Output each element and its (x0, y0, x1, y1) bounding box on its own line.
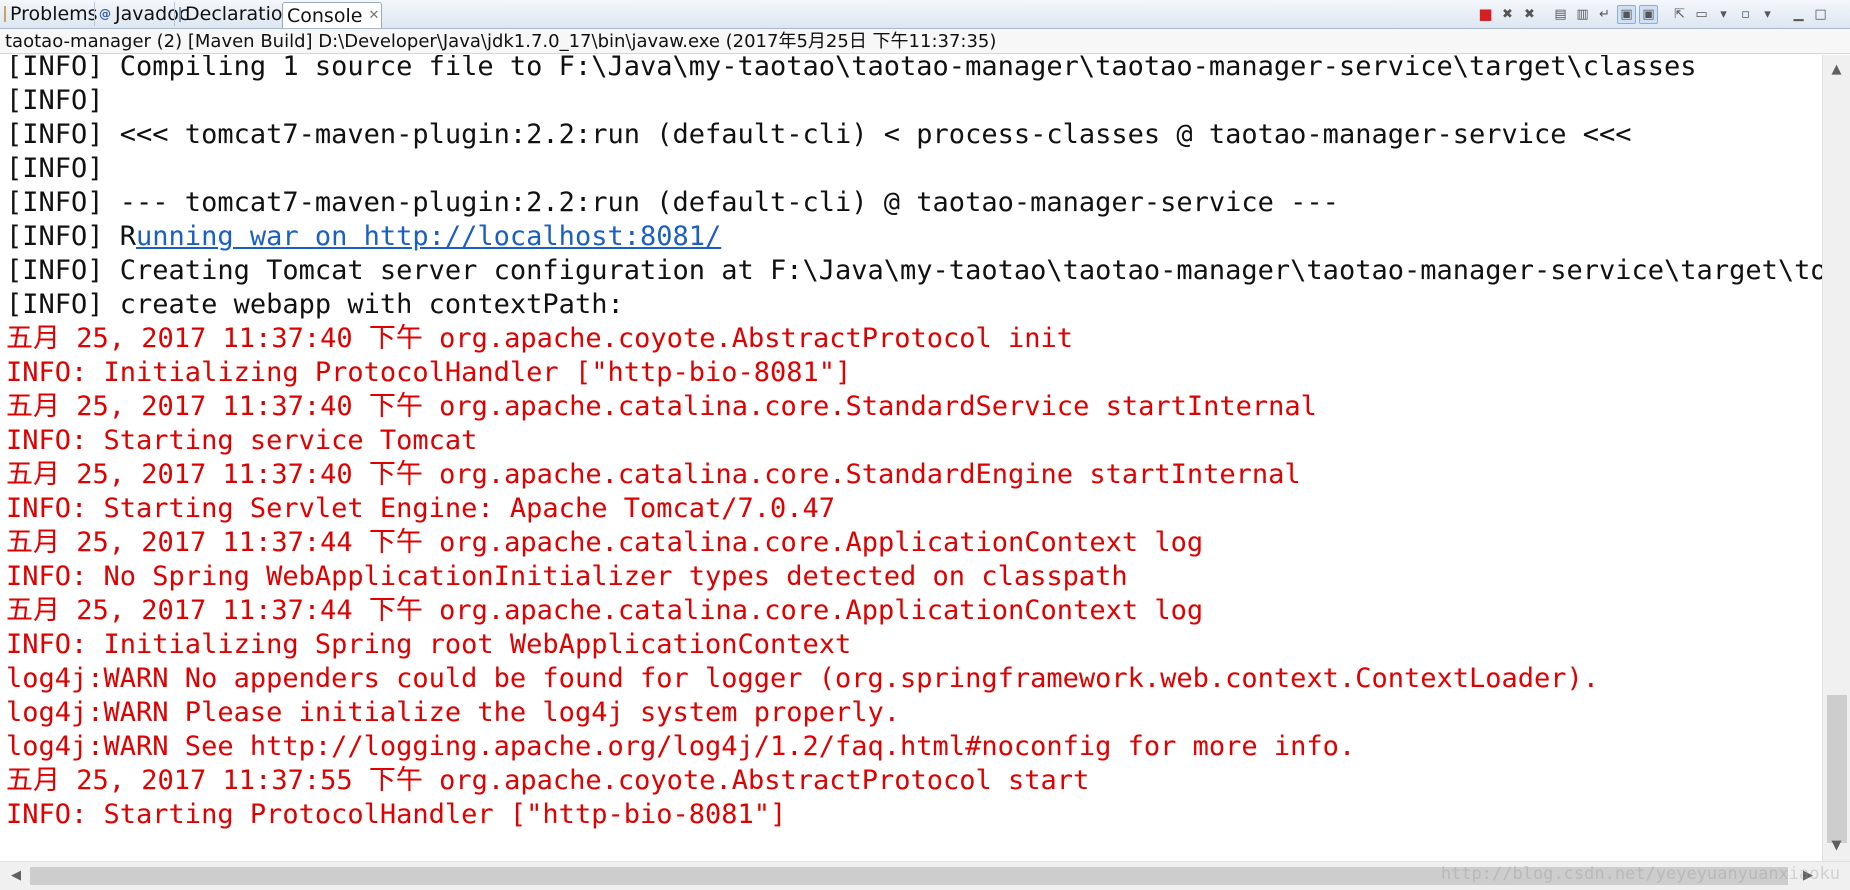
console-line-text: 五月 25, 2017 11:37:55 下午 org.apache.coyot… (6, 765, 1090, 796)
word-wrap-icon[interactable]: ↵ (1595, 5, 1614, 24)
console-line: [INFO] --- tomcat7-maven-plugin:2.2:run … (6, 186, 1822, 220)
console-hyperlink[interactable]: unning war on http://localhost:8081/ (136, 221, 721, 252)
scroll-down-icon[interactable]: ▼ (1823, 835, 1850, 857)
console-line: 五月 25, 2017 11:37:40 下午 org.apache.catal… (6, 390, 1822, 424)
tab-console[interactable]: Console ✕ (282, 2, 382, 71)
console-line: [INFO] Running war on http://localhost:8… (6, 220, 1822, 254)
console-line-text: 五月 25, 2017 11:37:40 下午 org.apache.catal… (6, 459, 1301, 490)
process-description: taotao-manager (2) [Maven Build] D:\Deve… (0, 29, 1850, 54)
tab-javadoc[interactable]: @ Javadoc (94, 2, 189, 26)
console-line: [INFO] <<< tomcat7-maven-plugin:2.2:run … (6, 118, 1822, 152)
remove-all-terminated-icon[interactable]: ✖ (1520, 5, 1539, 24)
console-line-text: [INFO] Creating Tomcat server configurat… (6, 255, 1822, 286)
toolbar-separator (1780, 5, 1786, 24)
tab-declaration[interactable]: Declaration (174, 2, 295, 26)
terminate-icon[interactable]: ■ (1476, 5, 1495, 24)
console-line-text: [INFO] (6, 85, 104, 116)
console-line-text: INFO: No Spring WebApplicationInitialize… (6, 561, 1128, 592)
console-line: [INFO] (6, 84, 1822, 118)
console-line: INFO: No Spring WebApplicationInitialize… (6, 560, 1822, 594)
console-line-text: INFO: Starting ProtocolHandler ["http-bi… (6, 799, 787, 830)
console-line: [INFO] Compiling 1 source file to F:\Jav… (6, 55, 1822, 84)
close-icon[interactable]: ✕ (368, 4, 379, 28)
console-line: log4j:WARN Please initialize the log4j s… (6, 696, 1822, 730)
tab-label: Problems (10, 3, 98, 25)
console-line-text: [INFO] --- tomcat7-maven-plugin:2.2:run … (6, 187, 1339, 218)
javadoc-icon: @ (99, 7, 111, 21)
console-line-text: [INFO] (6, 153, 104, 184)
console-line-text: [INFO] <<< tomcat7-maven-plugin:2.2:run … (6, 119, 1632, 150)
console-line: 五月 25, 2017 11:37:44 下午 org.apache.catal… (6, 526, 1822, 560)
console-line-text: INFO: Initializing ProtocolHandler ["htt… (6, 357, 852, 388)
scroll-up-icon[interactable]: ▲ (1823, 59, 1850, 81)
declaration-icon (179, 6, 181, 22)
console-line-text: 五月 25, 2017 11:37:40 下午 org.apache.catal… (6, 391, 1317, 422)
console-line-text: log4j:WARN No appenders could be found f… (6, 663, 1600, 694)
scroll-lock-icon[interactable]: ▥ (1573, 5, 1592, 24)
tab-problems[interactable]: Problems (0, 2, 98, 26)
chevron-down-icon[interactable]: ▾ (1714, 5, 1733, 24)
console-line: [INFO] (6, 152, 1822, 186)
vertical-scrollbar[interactable]: ▲ ▼ (1822, 55, 1850, 861)
watermark: http://blog.csdn.net/yeyeyuanyuanxiaoku (1440, 864, 1840, 884)
console-line: INFO: Starting Servlet Engine: Apache To… (6, 492, 1822, 526)
console-line-text: 五月 25, 2017 11:37:40 下午 org.apache.coyot… (6, 323, 1074, 354)
console-line-text: log4j:WARN Please initialize the log4j s… (6, 697, 901, 728)
console-line-text: [INFO] Compiling 1 source file to F:\Jav… (6, 55, 1697, 82)
open-console-icon[interactable]: ▫ (1736, 5, 1755, 24)
view-tab-bar: Problems @ Javadoc Declaration Console ✕… (0, 0, 1850, 71)
tab-label: Console (287, 4, 363, 27)
maximize-icon[interactable]: □ (1811, 5, 1830, 24)
console-line: log4j:WARN No appenders could be found f… (6, 662, 1822, 696)
console-line-text: [INFO] R (6, 221, 137, 252)
toolbar-separator (1661, 5, 1667, 24)
clear-console-icon[interactable]: ▤ (1551, 5, 1570, 24)
console-line: INFO: Starting ProtocolHandler ["http-bi… (6, 798, 1822, 832)
console-line: log4j:WARN See http://logging.apache.org… (6, 730, 1822, 764)
console-line: INFO: Initializing Spring root WebApplic… (6, 628, 1822, 662)
console-line-text: INFO: Starting service Tomcat (6, 425, 478, 456)
console-line-text: 五月 25, 2017 11:37:44 下午 org.apache.catal… (6, 595, 1204, 626)
show-on-stderr-icon[interactable]: ▣ (1639, 4, 1658, 24)
console-line: INFO: Initializing ProtocolHandler ["htt… (6, 356, 1822, 390)
console-line-text: [INFO] create webapp with contextPath: (6, 289, 624, 320)
vertical-scroll-thumb[interactable] (1827, 695, 1847, 843)
toolbar-separator (1542, 5, 1548, 24)
display-selected-console-icon[interactable]: ▭ (1692, 5, 1711, 24)
console-output[interactable]: [INFO] Compiling 1 source file to F:\Jav… (0, 55, 1822, 861)
console-line-text: INFO: Starting Servlet Engine: Apache To… (6, 493, 836, 524)
console-line: [INFO] create webapp with contextPath: (6, 288, 1822, 322)
console-line: 五月 25, 2017 11:37:40 下午 org.apache.coyot… (6, 322, 1822, 356)
show-on-stdout-icon[interactable]: ▣ (1617, 4, 1636, 24)
console-line-text: log4j:WARN See http://logging.apache.org… (6, 731, 1356, 762)
console-toolbar: ■ ✖ ✖ ▤ ▥ ↵ ▣ ▣ ⇱ ▭ ▾ ▫ ▾ ▁ □ (1476, 4, 1830, 24)
console-line-text: 五月 25, 2017 11:37:44 下午 org.apache.catal… (6, 527, 1204, 558)
scroll-left-icon[interactable]: ◀ (4, 862, 28, 890)
console-line: [INFO] Creating Tomcat server configurat… (6, 254, 1822, 288)
chevron-down-icon[interactable]: ▾ (1758, 5, 1777, 24)
tab-label: Declaration (185, 3, 295, 25)
console-line: 五月 25, 2017 11:37:55 下午 org.apache.coyot… (6, 764, 1822, 798)
remove-launch-icon[interactable]: ✖ (1498, 5, 1517, 24)
console-line: 五月 25, 2017 11:37:44 下午 org.apache.catal… (6, 594, 1822, 628)
minimize-icon[interactable]: ▁ (1789, 5, 1808, 24)
console-line-text: INFO: Initializing Spring root WebApplic… (6, 629, 852, 660)
console-lines: [INFO] Compiling 1 source file to F:\Jav… (6, 55, 1822, 832)
console-line: INFO: Starting service Tomcat (6, 424, 1822, 458)
pin-console-icon[interactable]: ⇱ (1670, 5, 1689, 24)
problems-icon (4, 6, 6, 22)
console-line: 五月 25, 2017 11:37:40 下午 org.apache.catal… (6, 458, 1822, 492)
